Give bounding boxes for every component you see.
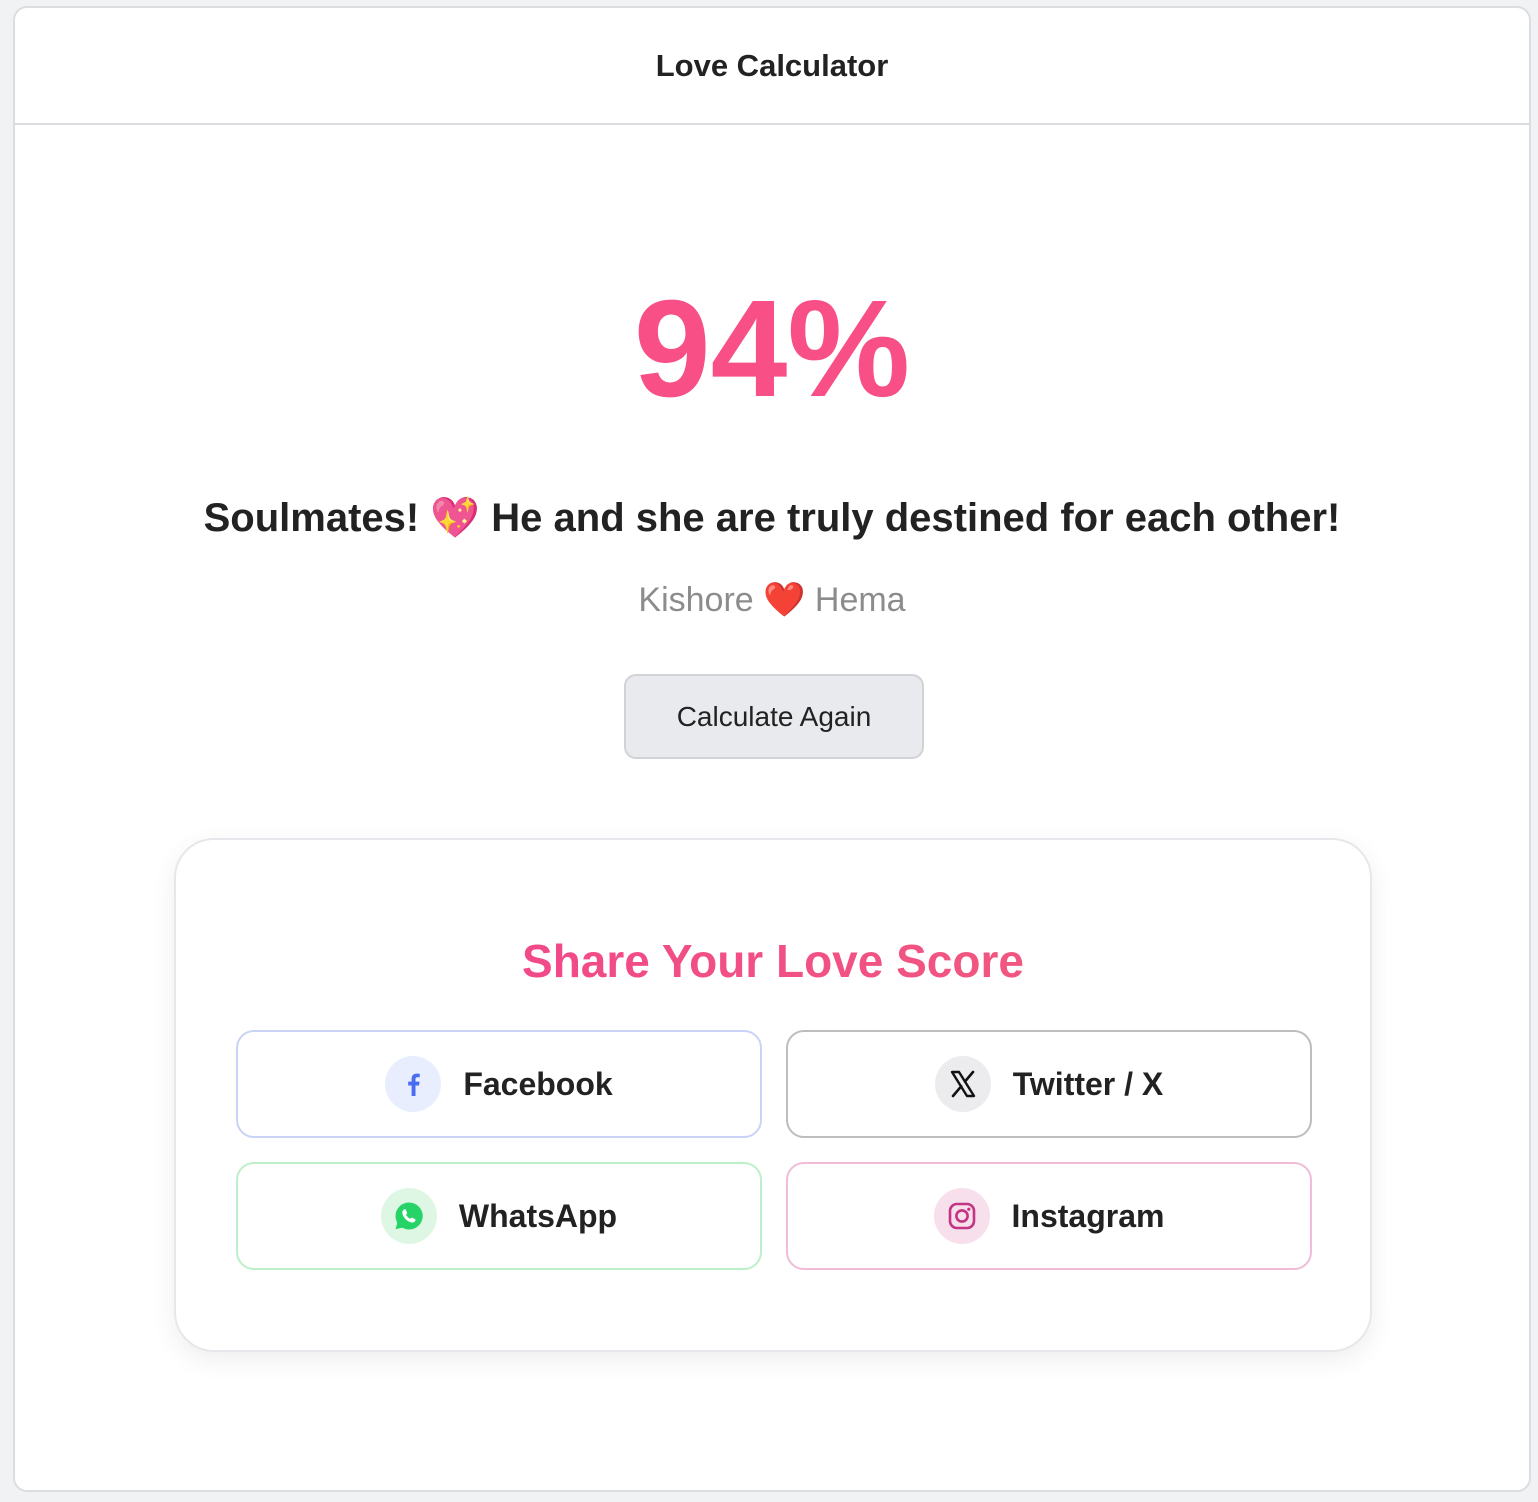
share-panel: Share Your Love Score Facebook Twitter /… <box>174 838 1372 1352</box>
share-whatsapp-label: WhatsApp <box>458 1197 618 1234</box>
whatsapp-icon <box>380 1188 437 1244</box>
share-facebook-label: Facebook <box>463 1065 613 1102</box>
share-title: Share Your Love Score <box>176 934 1370 988</box>
x-icon <box>934 1056 991 1112</box>
couple-names: Kishore ❤️ Hema <box>638 581 906 619</box>
facebook-icon <box>385 1056 442 1112</box>
result-message: Soulmates! 💖 He and she are truly destin… <box>203 496 1341 540</box>
page-title: Love Calculator <box>655 47 889 83</box>
share-facebook-button[interactable]: Facebook <box>236 1030 762 1138</box>
share-twitter-label: Twitter / X <box>1012 1065 1164 1102</box>
share-twitter-button[interactable]: Twitter / X <box>786 1030 1312 1138</box>
share-instagram-button[interactable]: Instagram <box>786 1162 1312 1270</box>
calculate-again-button[interactable]: Calculate Again <box>624 674 924 759</box>
love-calculator-card: Love Calculator 94% Soulmates! 💖 He and … <box>13 6 1531 1492</box>
instagram-icon <box>933 1188 990 1244</box>
love-score: 94% <box>633 272 911 426</box>
share-instagram-label: Instagram <box>1011 1197 1165 1234</box>
share-whatsapp-button[interactable]: WhatsApp <box>236 1162 762 1270</box>
card-header: Love Calculator <box>15 8 1529 125</box>
